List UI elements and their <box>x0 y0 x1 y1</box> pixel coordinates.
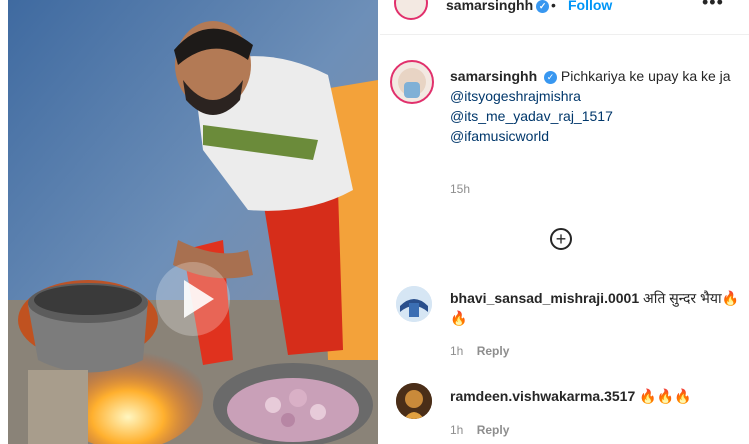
comment-username[interactable]: ramdeen.vishwakarma.3517 <box>450 388 635 404</box>
caption-username[interactable]: samarsinghh <box>450 68 537 84</box>
plus-circle-icon[interactable]: + <box>550 228 572 250</box>
caption-text: Pichkariya ke upay ka ke ja <box>560 68 731 84</box>
comment-item: bhavi_sansad_mishraji.0001 अति सुन्दर भै… <box>450 288 740 328</box>
comment-meta: 1h Reply <box>450 423 509 437</box>
comment-meta: 1h Reply <box>450 344 509 358</box>
comment-item: ramdeen.vishwakarma.3517 🔥🔥🔥 <box>450 386 740 406</box>
avatar-image <box>396 286 432 322</box>
comment-text: 🔥🔥🔥 <box>639 388 692 404</box>
more-options-icon[interactable]: ••• <box>702 0 724 13</box>
comment-timestamp: 1h <box>450 423 464 437</box>
post-details-panel: samarsinghh ✓ • Follow ••• samarsinghh ✓ … <box>380 0 749 444</box>
separator-dot: • <box>551 0 556 13</box>
post-caption: samarsinghh ✓ Pichkariya ke upay ka ke j… <box>450 66 740 146</box>
mention-link[interactable]: @its_me_yadav_raj_1517 <box>450 106 740 126</box>
mention-link[interactable]: @itsyogeshrajmishra <box>450 86 740 106</box>
avatar-image <box>396 383 432 419</box>
reply-button[interactable]: Reply <box>477 344 510 358</box>
reply-button[interactable]: Reply <box>477 423 510 437</box>
follow-button[interactable]: Follow <box>568 0 612 13</box>
header-username[interactable]: samarsinghh ✓ <box>446 0 550 13</box>
verified-icon: ✓ <box>536 0 550 13</box>
avatar[interactable] <box>394 0 428 20</box>
header-username-text[interactable]: samarsinghh <box>446 0 533 13</box>
play-button[interactable] <box>156 262 230 336</box>
caption-timestamp: 15h <box>450 182 471 196</box>
avatar-body <box>404 82 420 98</box>
play-icon <box>184 280 214 318</box>
verified-icon: ✓ <box>544 71 558 84</box>
video-frame-image <box>8 0 378 444</box>
post-header: samarsinghh ✓ • Follow ••• <box>380 0 749 35</box>
video-player[interactable] <box>8 0 378 444</box>
caption-avatar[interactable] <box>390 60 434 104</box>
comment-timestamp: 1h <box>450 344 464 358</box>
comment-avatar[interactable] <box>396 383 432 419</box>
left-gutter <box>0 0 8 444</box>
comment-avatar[interactable] <box>396 286 432 322</box>
mention-link[interactable]: @ifamusicworld <box>450 126 740 146</box>
comment-username[interactable]: bhavi_sansad_mishraji.0001 <box>450 290 639 306</box>
